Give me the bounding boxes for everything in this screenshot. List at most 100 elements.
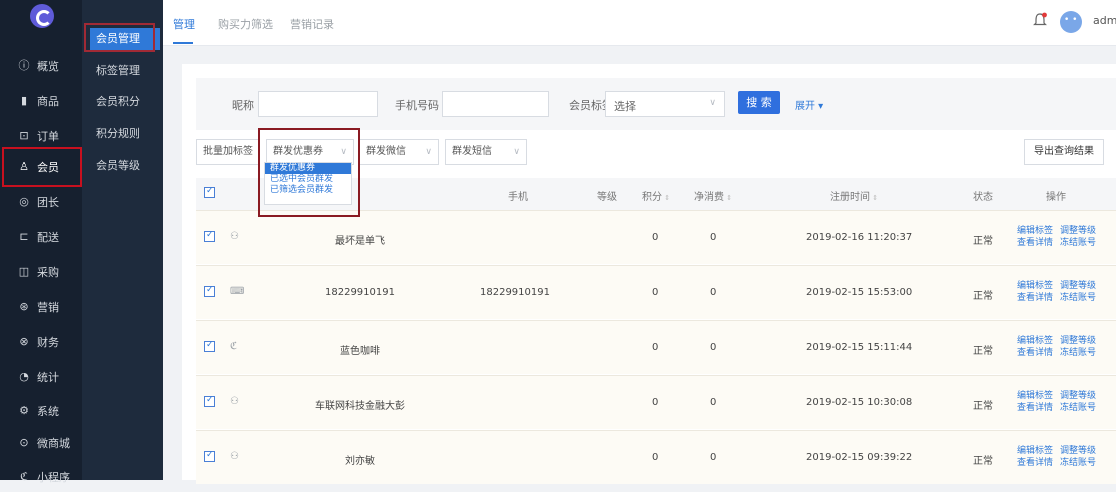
freeze-account-link[interactable]: 冻结账号 bbox=[1060, 403, 1096, 414]
keyboard-icon: ⌨ bbox=[230, 286, 245, 297]
sort-icon: ⇕ bbox=[662, 194, 671, 202]
tab-manage[interactable]: 管理 bbox=[173, 16, 195, 32]
cell-reg-time: 2019-02-15 10:30:08 bbox=[806, 397, 913, 408]
row-checkbox[interactable] bbox=[204, 285, 215, 297]
edit-tag-link[interactable]: 编辑标签 bbox=[1017, 281, 1053, 292]
cell-points: 0 bbox=[652, 287, 659, 298]
adjust-level-link[interactable]: 调整等级 bbox=[1060, 336, 1096, 347]
finance-icon: ⊗ bbox=[19, 335, 29, 348]
main-sidebar: ⓘ 概览 ▮ 商品 ⊡ 订单 ♙ 会员 ◎ 团长 ⊏ 配送 ◫ 采购 ⊛ 营销 ⊗ 财务 ◔ 统计 … bbox=[0, 0, 82, 484]
sidebar-item-stats[interactable]: ◔ 统计 bbox=[0, 362, 82, 392]
sms-select[interactable]: 群发短信 ∨ bbox=[445, 139, 527, 165]
view-detail-link[interactable]: 查看详情 bbox=[1017, 293, 1053, 304]
col-phone: 手机 bbox=[508, 192, 528, 203]
cell-reg-time: 2019-02-16 11:20:37 bbox=[806, 232, 913, 243]
col-reg-time[interactable]: 注册时间 ⇕ bbox=[830, 188, 878, 203]
edit-tag-link[interactable]: 编辑标签 bbox=[1017, 391, 1053, 402]
cell-net-spend: 0 bbox=[710, 287, 717, 298]
tab-purchasing-power[interactable]: 购买力筛选 bbox=[218, 16, 273, 32]
barcode-icon: ▮ bbox=[20, 94, 28, 107]
row-checkbox[interactable] bbox=[204, 340, 215, 352]
row-checkbox[interactable] bbox=[204, 450, 215, 462]
bell-icon[interactable] bbox=[1033, 12, 1047, 28]
sidebar-item-products[interactable]: ▮ 商品 bbox=[0, 86, 82, 116]
search-button[interactable]: 搜 索 bbox=[738, 91, 780, 114]
stats-icon: ◔ bbox=[19, 370, 29, 383]
phone-label: 手机号码 bbox=[395, 99, 439, 112]
sidebar-item-purchase[interactable]: ◫ 采购 bbox=[0, 257, 82, 287]
user-name[interactable]: admi bbox=[1093, 14, 1116, 27]
delivery-icon: ⊏ bbox=[19, 230, 29, 243]
phone-input[interactable] bbox=[442, 91, 549, 117]
sidebar-item-delivery[interactable]: ⊏ 配送 bbox=[0, 222, 82, 252]
col-status: 状态 bbox=[973, 192, 993, 203]
view-detail-link[interactable]: 查看详情 bbox=[1017, 458, 1053, 469]
nickname-label: 昵称 bbox=[232, 99, 254, 112]
chevron-down-icon: ∨ bbox=[425, 147, 432, 157]
sidebar-item-finance[interactable]: ⊗ 财务 bbox=[0, 327, 82, 357]
view-detail-link[interactable]: 查看详情 bbox=[1017, 403, 1053, 414]
cell-points: 0 bbox=[652, 397, 659, 408]
view-detail-link[interactable]: 查看详情 bbox=[1017, 348, 1053, 359]
adjust-level-link[interactable]: 调整等级 bbox=[1060, 391, 1096, 402]
edit-tag-link[interactable]: 编辑标签 bbox=[1017, 446, 1053, 457]
subnav-member-points[interactable]: 会员积分 bbox=[90, 91, 160, 113]
cell-nickname: 最坏是单飞 bbox=[335, 236, 385, 247]
sidebar-item-overview[interactable]: ⓘ 概览 bbox=[0, 51, 82, 81]
col-actions: 操作 bbox=[1046, 192, 1066, 203]
subnav-points-rules[interactable]: 积分规则 bbox=[90, 123, 160, 145]
cell-nickname: 车联网科技金融大彭 bbox=[315, 401, 405, 412]
cell-reg-time: 2019-02-15 15:11:44 bbox=[806, 342, 913, 353]
avatar[interactable] bbox=[1060, 11, 1082, 33]
status-badge: 正常 bbox=[973, 401, 993, 412]
sidebar-item-mall[interactable]: ⊙ 微商城 bbox=[0, 428, 82, 458]
status-badge: 正常 bbox=[973, 291, 993, 302]
select-all-checkbox[interactable] bbox=[204, 186, 215, 198]
freeze-account-link[interactable]: 冻结账号 bbox=[1060, 458, 1096, 469]
cell-nickname: 刘亦敏 bbox=[345, 456, 375, 467]
row-checkbox[interactable] bbox=[204, 395, 215, 407]
member-tag-select[interactable]: 选择 ∨ bbox=[605, 91, 725, 117]
cell-net-spend: 0 bbox=[710, 342, 717, 353]
status-badge: 正常 bbox=[973, 236, 993, 247]
batch-tag-button[interactable]: 批量加标签 bbox=[196, 139, 260, 165]
nickname-input[interactable] bbox=[258, 91, 378, 117]
cell-net-spend: 0 bbox=[710, 232, 717, 243]
edit-tag-link[interactable]: 编辑标签 bbox=[1017, 226, 1053, 237]
adjust-level-link[interactable]: 调整等级 bbox=[1060, 446, 1096, 457]
sidebar-item-system[interactable]: ⚙ 系统 bbox=[0, 396, 82, 426]
sidebar-item-leaders[interactable]: ◎ 团长 bbox=[0, 187, 82, 217]
chevron-down-icon: ∨ bbox=[709, 98, 716, 108]
subnav-member-levels[interactable]: 会员等级 bbox=[90, 155, 160, 177]
status-badge: 正常 bbox=[973, 346, 993, 357]
adjust-level-link[interactable]: 调整等级 bbox=[1060, 281, 1096, 292]
cell-net-spend: 0 bbox=[710, 397, 717, 408]
wechat-icon: ⚇ bbox=[230, 451, 239, 462]
freeze-account-link[interactable]: 冻结账号 bbox=[1060, 238, 1096, 249]
freeze-account-link[interactable]: 冻结账号 bbox=[1060, 348, 1096, 359]
team-icon: ◎ bbox=[19, 195, 29, 208]
export-button[interactable]: 导出查询结果 bbox=[1024, 139, 1104, 165]
sidebar-active-highlight bbox=[2, 147, 82, 187]
subnav-tag-management[interactable]: 标签管理 bbox=[90, 60, 160, 82]
cell-net-spend: 0 bbox=[710, 452, 717, 463]
cell-points: 0 bbox=[652, 232, 659, 243]
cell-nickname: 蓝色咖啡 bbox=[340, 346, 380, 357]
sidebar-item-miniapp[interactable]: ℭ 小程序 bbox=[0, 462, 82, 492]
freeze-account-link[interactable]: 冻结账号 bbox=[1060, 293, 1096, 304]
row-checkbox[interactable] bbox=[204, 230, 215, 242]
sidebar-item-marketing[interactable]: ⊛ 营销 bbox=[0, 292, 82, 322]
edit-tag-link[interactable]: 编辑标签 bbox=[1017, 336, 1053, 347]
col-net-spend[interactable]: 净消费 ⇕ bbox=[694, 188, 732, 203]
cell-points: 0 bbox=[652, 452, 659, 463]
view-detail-link[interactable]: 查看详情 bbox=[1017, 238, 1053, 249]
miniapp-icon: ℭ bbox=[20, 470, 28, 483]
wechat-icon: ⚇ bbox=[230, 231, 239, 242]
wechat-select[interactable]: 群发微信 ∨ bbox=[359, 139, 439, 165]
status-badge: 正常 bbox=[973, 456, 993, 467]
adjust-level-link[interactable]: 调整等级 bbox=[1060, 226, 1096, 237]
expand-link[interactable]: 展开 ▾ bbox=[795, 97, 823, 112]
tab-marketing-records[interactable]: 营销记录 bbox=[290, 16, 334, 32]
col-points[interactable]: 积分 ⇕ bbox=[642, 188, 670, 203]
settings-icon: ⚙ bbox=[19, 404, 29, 417]
